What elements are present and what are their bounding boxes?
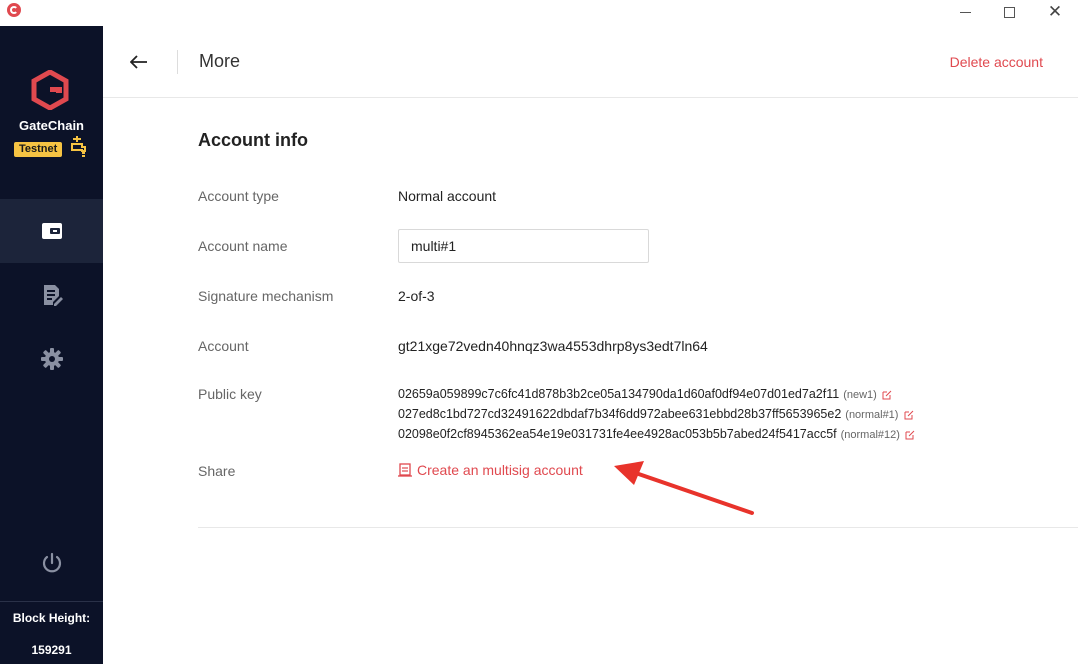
public-key-row: 02098e0f2cf8945362ea54e19e031731fe4ee492…: [398, 427, 915, 441]
block-height-value: 159291: [31, 643, 72, 657]
minimize-button[interactable]: [942, 0, 988, 24]
brand-name: GateChain: [18, 118, 84, 133]
page-header: More Delete account: [103, 26, 1078, 98]
section-title: Account info: [198, 130, 308, 150]
public-key-tag: (normal#1): [845, 409, 899, 421]
maximize-icon: [1003, 6, 1015, 18]
gatechain-logo-icon: [31, 70, 69, 110]
content-divider: [198, 527, 1078, 528]
power-icon: [42, 552, 61, 573]
sidebar-divider: [0, 601, 103, 602]
title-bar: ✕: [0, 0, 1078, 26]
app-icon: [7, 3, 21, 17]
account-name-input[interactable]: [398, 229, 649, 263]
public-key-tag: (normal#12): [840, 429, 900, 441]
account-type-label: Account type: [198, 188, 279, 204]
public-key-value: 027ed8c1bd727cd32491622dbdaf7b34f6dd972a…: [398, 407, 842, 421]
edit-icon[interactable]: [882, 390, 892, 400]
close-button[interactable]: ✕: [1032, 0, 1078, 24]
wallet-icon: [41, 223, 62, 239]
account-label: Account: [198, 338, 249, 354]
faucet-icon[interactable]: [70, 136, 88, 158]
header-divider: [177, 50, 178, 74]
network-badge[interactable]: Testnet: [14, 142, 63, 157]
edit-icon[interactable]: [905, 430, 915, 440]
annotation-arrow-icon: [614, 461, 754, 515]
close-icon: ✕: [1047, 2, 1063, 21]
block-height-label: Block Height:: [12, 611, 91, 625]
edit-icon[interactable]: [904, 410, 914, 420]
create-multisig-link[interactable]: Create an multisig account: [398, 462, 583, 478]
back-button[interactable]: [127, 50, 151, 74]
account-type-value: Normal account: [398, 188, 497, 204]
account-name-label: Account name: [198, 238, 288, 254]
nav-wallet[interactable]: [0, 199, 103, 263]
document-edit-icon: [43, 285, 63, 306]
signature-label: Signature mechanism: [198, 288, 334, 304]
nav-sign[interactable]: [0, 263, 103, 327]
create-multisig-label: Create an multisig account: [417, 462, 583, 478]
public-key-value: 02659a059899c7c6fc41d878b3b2ce05a134790d…: [398, 387, 840, 401]
signature-value: 2-of-3: [398, 288, 435, 304]
delete-account-button[interactable]: Delete account: [950, 54, 1043, 70]
sidebar: GateChain Testnet Block Height: 159291: [0, 26, 103, 664]
public-key-tag: (new1): [843, 389, 877, 401]
page-title: More: [199, 51, 241, 71]
public-key-row: 027ed8c1bd727cd32491622dbdaf7b34f6dd972a…: [398, 407, 914, 421]
maximize-button[interactable]: [986, 0, 1032, 24]
account-address: gt21xge72vedn40hnqz3wa4553dhrp8ys3edt7ln…: [398, 338, 708, 354]
minimize-icon: [959, 11, 971, 13]
public-key-value: 02098e0f2cf8945362ea54e19e031731fe4ee492…: [398, 427, 837, 441]
gear-icon: [40, 348, 63, 370]
public-key-label: Public key: [198, 386, 262, 402]
arrow-left-icon: [130, 55, 147, 69]
public-key-row: 02659a059899c7c6fc41d878b3b2ce05a134790d…: [398, 387, 892, 401]
document-icon: [398, 463, 412, 477]
nav-logout[interactable]: [0, 531, 103, 595]
share-label: Share: [198, 463, 236, 479]
nav-settings[interactable]: [0, 327, 103, 391]
